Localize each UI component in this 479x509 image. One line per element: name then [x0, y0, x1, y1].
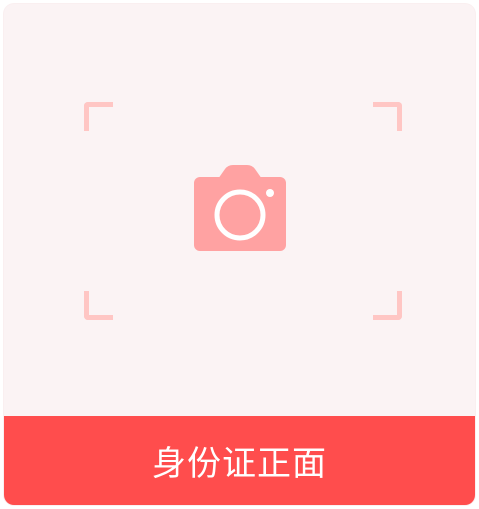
scan-frame-corner-top-left: [84, 102, 113, 131]
scan-frame-corner-bottom-right: [373, 291, 402, 320]
id-card-upload-card[interactable]: 身份证正面: [4, 4, 475, 505]
scan-frame-corner-top-right: [373, 102, 402, 131]
id-card-front-button[interactable]: 身份证正面: [4, 416, 475, 505]
scan-frame-corner-bottom-left: [84, 291, 113, 320]
camera-icon[interactable]: [194, 165, 286, 251]
photo-upload-area[interactable]: [4, 4, 475, 416]
